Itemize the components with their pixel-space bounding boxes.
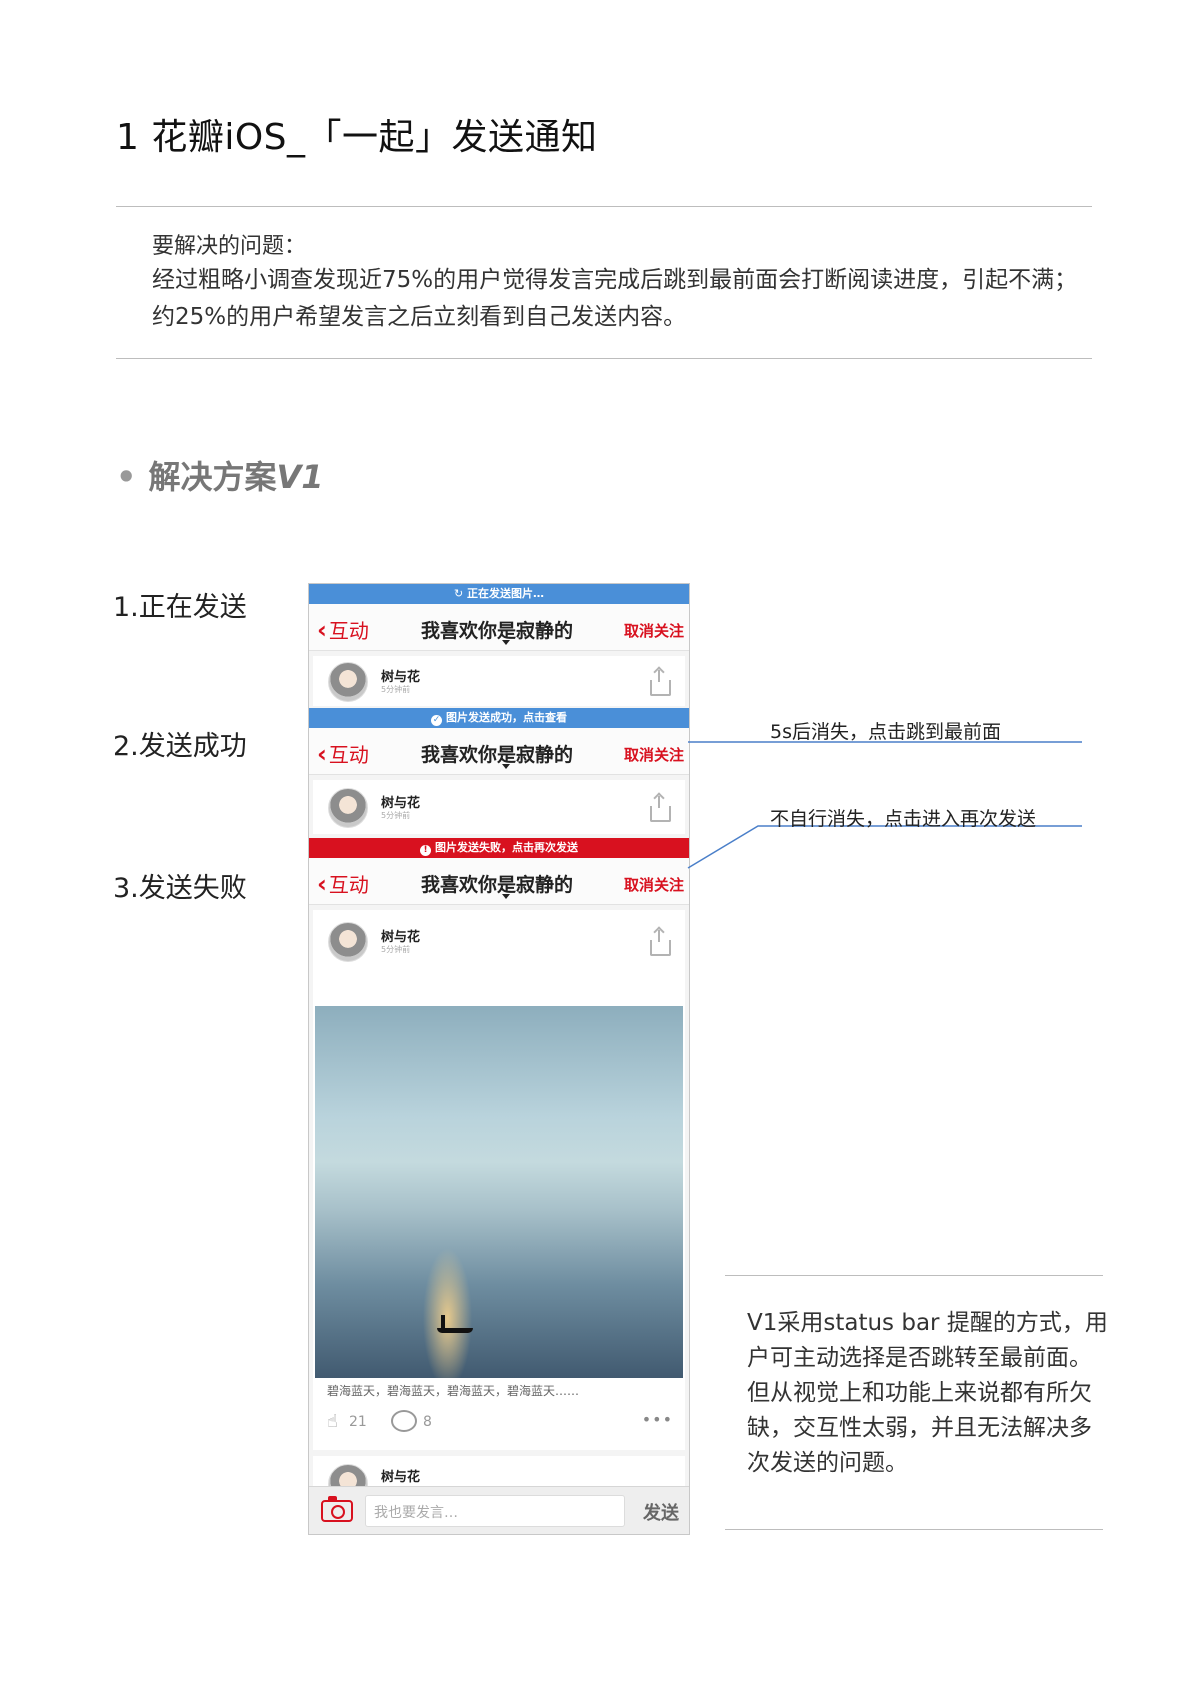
v1-note: V1采用status bar 提醒的方式，用户可主动选择是否跳转至最前面。但从视…: [747, 1310, 1108, 1476]
note-divider-bottom: [725, 1529, 1103, 1530]
annotation-line-failed: [687, 825, 1082, 869]
annotation-success: 5s后消失，点击跳到最前面: [770, 721, 1001, 743]
annotation-failed: 不自行消失，点击进入再次发送: [770, 808, 1037, 830]
note-divider-top: [725, 1275, 1103, 1276]
